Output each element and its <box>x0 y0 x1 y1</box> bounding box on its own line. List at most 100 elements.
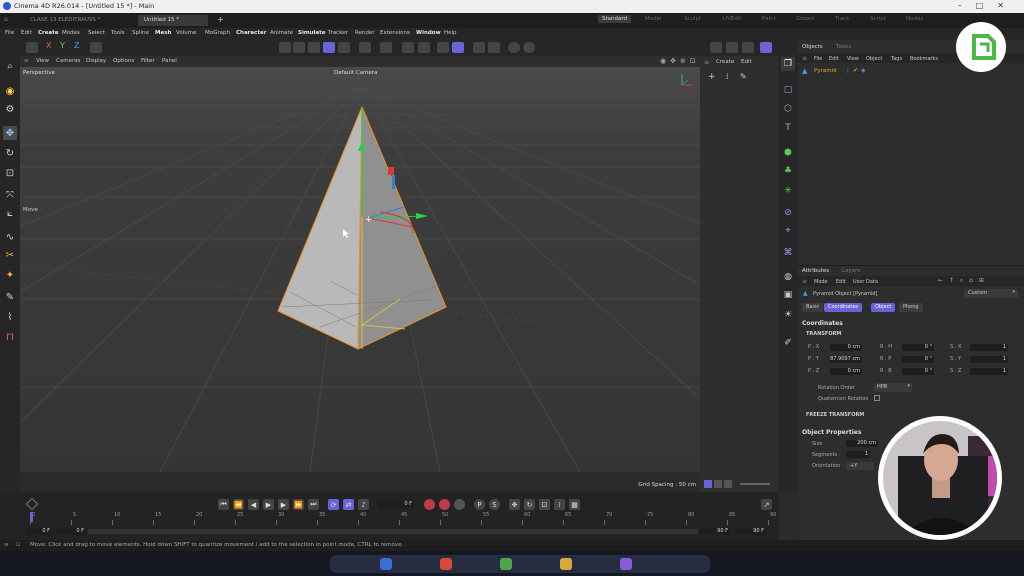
minimize-button[interactable]: – <box>958 1 976 10</box>
sketch-icon[interactable]: ✐ <box>781 336 795 350</box>
doc-tab[interactable]: CLASE 13 ELEDITRAUSS * <box>24 15 134 26</box>
objects-menu-icon[interactable]: ≡ <box>802 55 807 62</box>
menu-character[interactable]: Character <box>236 30 266 36</box>
zoom-slider[interactable] <box>740 483 770 485</box>
rotation-order-dropdown[interactable]: HPB ▾ <box>874 383 912 392</box>
search-icon[interactable]: ⌕ <box>3 59 17 73</box>
rp-field[interactable]: 0 ° <box>902 356 934 363</box>
menu-mesh[interactable]: Mesh <box>155 30 171 36</box>
attr-tab-basic[interactable]: Basic <box>802 303 824 312</box>
rh-field[interactable]: 0 ° <box>902 344 934 351</box>
layout-tab-track[interactable]: Track <box>835 16 849 22</box>
attributes-menu-icon[interactable]: ≡ <box>802 278 807 285</box>
eyedropper-icon[interactable]: ✎ <box>740 72 747 81</box>
generator-icon[interactable]: ⬢ <box>781 146 795 160</box>
menu-mograph[interactable]: MoGraph <box>205 30 230 36</box>
range-icon[interactable]: ⇄ <box>343 499 354 510</box>
menu-animate[interactable]: Animate <box>270 30 293 36</box>
z-axis-lock-icon[interactable]: Z <box>74 41 86 52</box>
layout-tab-standard[interactable]: Standard <box>598 15 632 23</box>
viewport-menu-options[interactable]: Options <box>113 58 134 64</box>
cube-primitive-icon[interactable]: ▢ <box>781 83 795 97</box>
menu-extensions[interactable]: Extensions <box>380 30 410 36</box>
menu-tracker[interactable]: Tracker <box>328 30 348 36</box>
camera-icon[interactable]: ▣ <box>781 288 795 302</box>
timeline-ruler[interactable]: 0 5 10 15 20 25 30 35 40 45 50 55 60 65 70 75 80 85 90 <box>30 512 776 526</box>
view-mode-1-icon[interactable] <box>704 480 712 488</box>
attributes-menu-edit[interactable]: Edit <box>836 279 846 285</box>
layout-tab-groom[interactable]: Groom <box>796 16 815 22</box>
tab-takes[interactable]: Takes <box>836 44 851 50</box>
layout-tab-paint[interactable]: Paint <box>762 16 776 22</box>
new-tab-plus-icon[interactable]: + <box>217 15 224 24</box>
segments-field[interactable]: 1 <box>846 451 870 458</box>
prev-key-icon[interactable]: ⏪ <box>233 499 244 510</box>
rotate-tool-icon[interactable]: ↻ <box>3 146 17 160</box>
maximize-button[interactable]: □ <box>976 1 998 10</box>
status-menu-icon[interactable]: ≡ <box>4 542 9 548</box>
edges-mode-icon[interactable] <box>452 42 464 53</box>
layout-tab-nodes[interactable]: Nodes <box>906 16 923 22</box>
attributes-nav-icons[interactable]: ← ↑ ⌕ ⌂ ⊞ <box>938 277 986 285</box>
menu-file[interactable]: File <box>5 30 14 36</box>
menu-modes[interactable]: Modes <box>62 30 80 36</box>
y-axis-lock-icon[interactable]: Y <box>60 41 72 52</box>
pz-field[interactable]: 0 cm <box>830 368 862 375</box>
preview-end-field[interactable]: 90 F <box>700 528 730 535</box>
playhead[interactable] <box>30 512 33 522</box>
render-settings-icon[interactable] <box>308 42 320 53</box>
model-mode-icon[interactable] <box>323 42 335 53</box>
knife-tool-icon[interactable]: ✂ <box>3 248 17 262</box>
light-icon[interactable]: ◍ <box>781 270 795 284</box>
objects-menu-view[interactable]: View <box>847 56 859 62</box>
play-preview-icon[interactable] <box>508 42 520 53</box>
rb-field[interactable]: 0 ° <box>902 368 934 375</box>
keyframe-selection-icon[interactable] <box>454 499 465 510</box>
key-pla-icon[interactable]: ⁞ <box>554 499 565 510</box>
viewport-menu-cameras[interactable]: Cameras <box>56 58 80 64</box>
move-tool-icon[interactable]: ✥ <box>3 126 17 140</box>
next-key-icon[interactable]: ⏩ <box>293 499 304 510</box>
magnet-icon[interactable] <box>402 42 414 53</box>
viewport-menu-filter[interactable]: Filter <box>141 58 155 64</box>
phong-tag-icon[interactable]: ◈ <box>861 67 866 74</box>
py-field[interactable]: 87.9097 cm <box>830 356 862 363</box>
goto-end-icon[interactable]: ⏭ <box>308 499 319 510</box>
menu-select[interactable]: Select <box>88 30 105 36</box>
workplane-icon[interactable] <box>380 42 392 53</box>
layout-tab-uvedit[interactable]: UVEdit <box>723 16 741 22</box>
axis-mode-icon[interactable] <box>418 42 430 53</box>
freeze-transform-group[interactable]: FREEZE TRANSFORM <box>806 412 864 418</box>
axis-tool-icon[interactable]: ⟀ <box>3 206 17 220</box>
taskbar-app-icon[interactable] <box>440 558 452 570</box>
tab-objects[interactable]: Objects <box>802 44 823 50</box>
layout-switch-icon[interactable] <box>760 42 772 53</box>
goto-start-icon[interactable]: ⏮ <box>218 499 229 510</box>
attributes-menu-mode[interactable]: Mode <box>814 279 828 285</box>
snap-icon[interactable] <box>359 42 371 53</box>
create-panel-menu-icon[interactable]: ≡ <box>704 59 709 66</box>
render-to-viewer-icon[interactable] <box>710 42 722 53</box>
attr-tab-coordinates[interactable]: Coordinates <box>824 303 863 312</box>
field-icon[interactable]: ⊘ <box>781 206 795 220</box>
transform-group-label[interactable]: TRANSFORM <box>806 331 841 337</box>
menu-simulate[interactable]: Simulate <box>298 30 325 36</box>
select-tool-icon[interactable]: ◉ <box>3 84 17 98</box>
asset-browser-icon[interactable] <box>523 42 535 53</box>
key-scale-icon[interactable]: S <box>489 499 500 510</box>
live-selection-icon[interactable]: ⚙ <box>3 102 17 116</box>
points-mode-icon[interactable] <box>437 42 449 53</box>
objects-menu-edit[interactable]: Edit <box>829 56 839 62</box>
object-mode-icon[interactable] <box>338 42 350 53</box>
layout-tab-model[interactable]: Model <box>645 16 662 22</box>
effector-icon[interactable]: ⌖ <box>781 224 795 238</box>
start-frame-field[interactable]: 0 F <box>26 528 52 535</box>
object-manager-icon[interactable]: ❐ <box>781 57 795 71</box>
px-field[interactable]: 0 cm <box>830 344 862 351</box>
orientation-dropdown[interactable]: +Y <box>846 462 874 470</box>
viewport-nav-icons[interactable]: ◉✥⊕⊡ <box>660 57 700 65</box>
menu-edit[interactable]: Edit <box>21 30 32 36</box>
objects-menu-tags[interactable]: Tags <box>891 56 902 62</box>
key-move-icon[interactable]: ✥ <box>509 499 520 510</box>
home-icon[interactable]: ⌂ <box>4 16 8 23</box>
